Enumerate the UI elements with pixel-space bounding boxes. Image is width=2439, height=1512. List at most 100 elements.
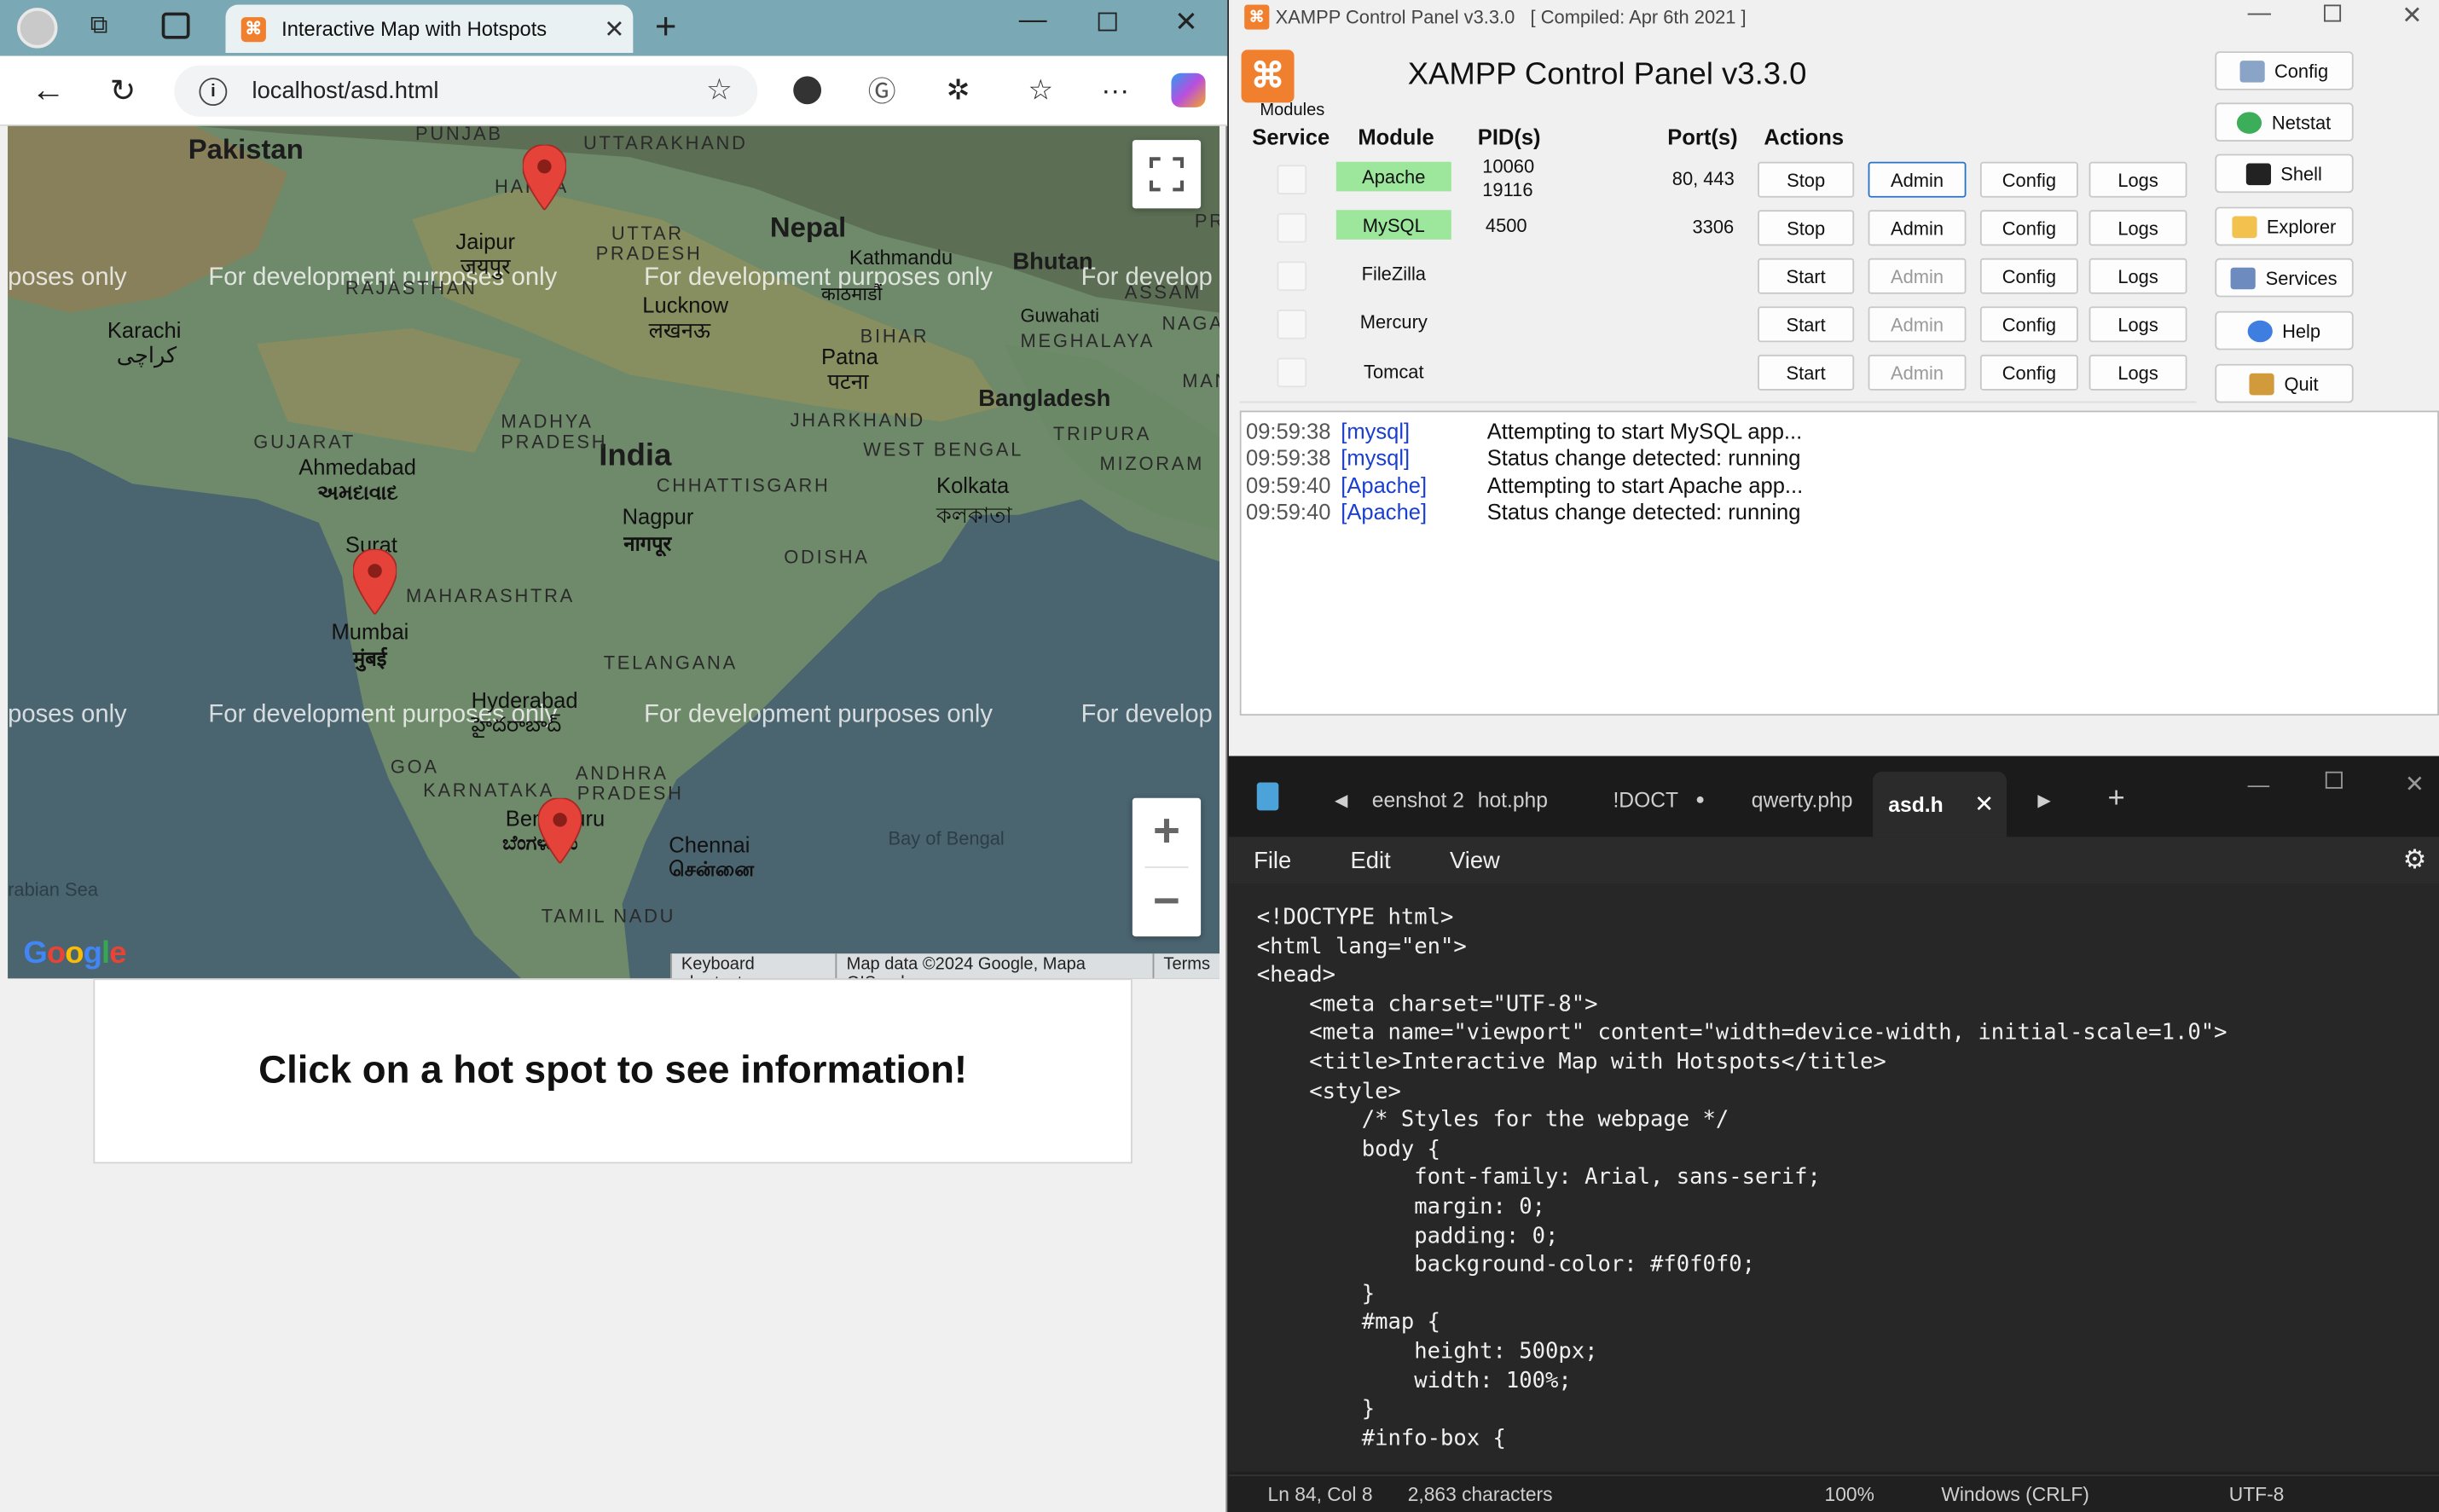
- maximize-button[interactable]: [1098, 12, 1117, 32]
- menu-edit[interactable]: Edit: [1351, 847, 1391, 873]
- tab-hot-php[interactable]: hot.php: [1478, 778, 1548, 821]
- netstat-button[interactable]: Netstat: [2215, 102, 2354, 142]
- close-tab-icon[interactable]: ✕: [1974, 791, 1994, 818]
- url-text: localhost/asd.html: [252, 78, 439, 105]
- config-button-mysql[interactable]: Config: [1979, 210, 2078, 246]
- encoding[interactable]: UTF-8: [2229, 1483, 2285, 1505]
- explorer-button[interactable]: Explorer: [2215, 206, 2354, 246]
- tab-qwerty-php[interactable]: qwerty.php: [1752, 778, 1853, 821]
- extensions-puzzle-icon[interactable]: ✲: [933, 68, 982, 112]
- start-button-mercury[interactable]: Start: [1758, 306, 1855, 343]
- door-icon: [2250, 372, 2275, 395]
- watermark-text: poses only: [8, 701, 127, 728]
- service-checkbox-mysql[interactable]: [1277, 212, 1307, 243]
- code-editor[interactable]: <!DOCTYPE html> <html lang="en"> <head> <m…: [1228, 883, 2439, 1472]
- close-tab-icon[interactable]: ✕: [596, 14, 634, 44]
- site-info-icon[interactable]: i: [199, 77, 228, 106]
- map-label: PRA: [1194, 210, 1220, 232]
- log-line: 09:59:38 [mysql] Attempting to start MySQL…: [1246, 418, 1803, 443]
- close-window-button[interactable]: ✕: [2401, 0, 2422, 31]
- grammarly-icon[interactable]: Ⓖ: [857, 68, 907, 112]
- quit-button[interactable]: Quit: [2215, 363, 2354, 403]
- map-label: MAHARASHTRA: [406, 584, 575, 607]
- scroll-tabs-left-icon[interactable]: ◀: [1335, 778, 1347, 821]
- google-logo[interactable]: Google: [23, 936, 126, 972]
- scroll-tabs-right-icon[interactable]: ▶: [2037, 778, 2050, 821]
- quit-label: Quit: [2284, 372, 2319, 395]
- config-button-mercury[interactable]: Config: [1979, 306, 2078, 343]
- back-arrow-icon[interactable]: ←: [23, 68, 72, 112]
- start-button-filezilla[interactable]: Start: [1758, 258, 1855, 294]
- minimize-button[interactable]: —: [2248, 762, 2270, 806]
- fullscreen-button[interactable]: [1132, 140, 1202, 209]
- service-checkbox-filezilla[interactable]: [1277, 261, 1307, 292]
- pid-value: 10060: [1482, 155, 1535, 177]
- shell-button[interactable]: Shell: [2215, 154, 2354, 194]
- maximize-button[interactable]: [2324, 4, 2342, 22]
- add-favorite-star-icon[interactable]: ☆: [706, 73, 733, 109]
- terms-link[interactable]: Terms: [1152, 953, 1220, 979]
- notepad-status-bar: Ln 84, Col 8 2,863 characters 100% Windo…: [1228, 1474, 2439, 1512]
- reload-icon[interactable]: ↻: [98, 68, 148, 112]
- start-button-tomcat[interactable]: Start: [1758, 354, 1855, 391]
- info-text: Click on a hot spot to see information!: [258, 1048, 968, 1092]
- service-checkbox-tomcat[interactable]: [1277, 357, 1307, 388]
- xampp-heading: XAMPP Control Panel v3.3.0: [1407, 57, 1807, 92]
- google-map[interactable]: poses only For development purposes only…: [8, 125, 1220, 979]
- browser-tab-active[interactable]: ⌘ Interactive Map with Hotspots ✕: [225, 4, 634, 54]
- zoom-level[interactable]: 100%: [1825, 1483, 1874, 1505]
- logs-button-filezilla[interactable]: Logs: [2089, 258, 2187, 294]
- tab-screenshot[interactable]: eenshot 2: [1372, 778, 1464, 821]
- tab-asd-html-active[interactable]: asd.h ✕: [1873, 771, 2007, 837]
- line-ending[interactable]: Windows (CRLF): [1941, 1483, 2089, 1505]
- shell-label: Shell: [2280, 162, 2322, 185]
- services-button[interactable]: Services: [2215, 258, 2354, 298]
- map-label: UTTARAKHAND: [582, 132, 748, 154]
- hotspot-marker-mumbai[interactable]: [353, 548, 397, 615]
- close-window-button[interactable]: ✕: [1174, 6, 1198, 38]
- keyboard-shortcuts-link[interactable]: Keyboard shortcuts: [670, 953, 836, 979]
- new-tab-button[interactable]: +: [655, 6, 677, 49]
- logs-button-mercury[interactable]: Logs: [2089, 306, 2187, 343]
- logs-button-tomcat[interactable]: Logs: [2089, 354, 2187, 391]
- config-button-tomcat[interactable]: Config: [1979, 354, 2078, 391]
- zoom-out-button[interactable]: −: [1133, 868, 1201, 936]
- stop-button-apache[interactable]: Stop: [1758, 161, 1855, 198]
- minimize-button[interactable]: —: [1019, 3, 1047, 36]
- admin-button-mysql[interactable]: Admin: [1868, 210, 1967, 246]
- minimize-button[interactable]: —: [2248, 0, 2271, 26]
- services-icon: [2231, 266, 2257, 289]
- zoom-in-button[interactable]: +: [1133, 798, 1201, 866]
- browser-window: ⧉ ⌘ Interactive Map with Hotspots ✕ + — …: [0, 0, 1228, 1512]
- code-line: <head>: [1256, 963, 1336, 988]
- workspaces-icon[interactable]: ⧉: [90, 13, 121, 43]
- close-window-button[interactable]: ✕: [2405, 762, 2425, 806]
- config-side-button[interactable]: Config: [2215, 51, 2354, 90]
- maximize-button[interactable]: [2325, 771, 2343, 789]
- address-bar[interactable]: i localhost/asd.html ☆: [174, 65, 758, 117]
- admin-button-apache[interactable]: Admin: [1868, 161, 1967, 198]
- tab-doct[interactable]: !DOCT: [1613, 778, 1678, 821]
- logs-button-apache[interactable]: Logs: [2089, 161, 2187, 198]
- copilot-icon[interactable]: [1163, 68, 1213, 112]
- new-tab-button[interactable]: +: [2107, 778, 2124, 821]
- config-button-apache[interactable]: Config: [1979, 161, 2078, 198]
- extension-web-icon[interactable]: [782, 68, 831, 112]
- service-checkbox-apache[interactable]: [1277, 165, 1307, 195]
- profile-avatar[interactable]: [17, 8, 58, 49]
- stop-button-mysql[interactable]: Stop: [1758, 210, 1855, 246]
- hotspot-marker-delhi[interactable]: [522, 144, 566, 211]
- logs-button-mysql[interactable]: Logs: [2089, 210, 2187, 246]
- menu-view[interactable]: View: [1450, 847, 1500, 873]
- service-checkbox-mercury[interactable]: [1277, 309, 1307, 339]
- config-button-filezilla[interactable]: Config: [1979, 258, 2078, 294]
- help-button[interactable]: Help: [2215, 310, 2354, 350]
- vertical-tabs-icon[interactable]: [161, 12, 190, 39]
- settings-gear-icon[interactable]: ⚙: [2403, 844, 2427, 875]
- more-menu-icon[interactable]: ···: [1091, 68, 1140, 112]
- hotspot-marker-bengaluru[interactable]: [538, 797, 582, 864]
- favorites-icon[interactable]: ☆: [1016, 68, 1065, 112]
- menu-file[interactable]: File: [1254, 847, 1291, 873]
- pid-value: 4500: [1485, 214, 1527, 237]
- log-panel[interactable]: 09:59:38 [mysql] Attempting to start MySQL…: [1239, 410, 2439, 716]
